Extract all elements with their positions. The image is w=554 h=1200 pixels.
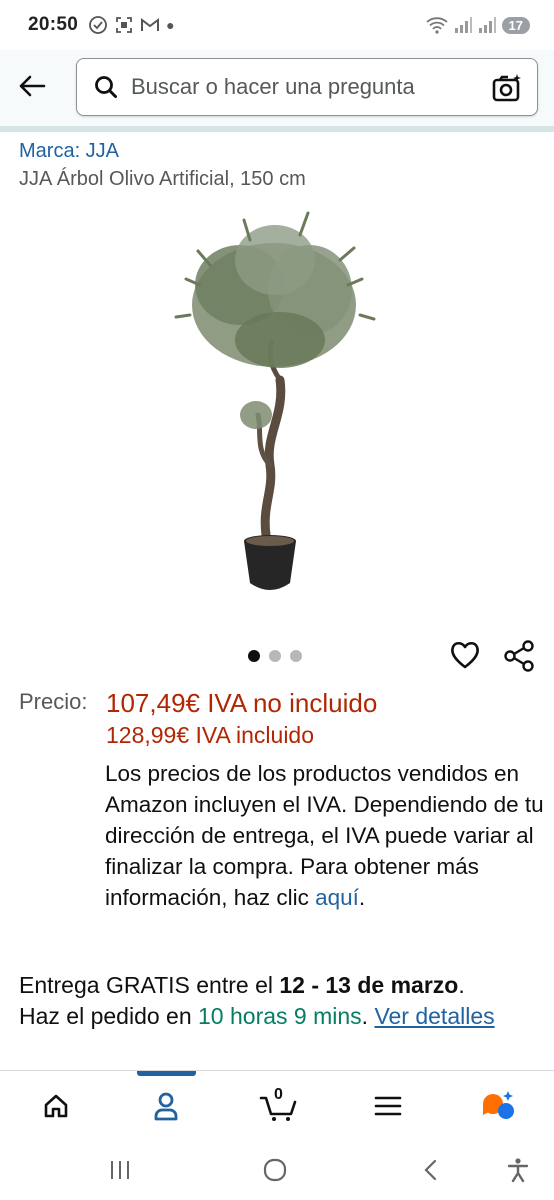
- price-excl-vat: 107,49€ IVA no incluido: [106, 688, 378, 718]
- share-icon: [504, 640, 534, 672]
- carousel-dot-1[interactable]: [248, 650, 260, 662]
- image-carousel-dots[interactable]: [248, 650, 302, 662]
- vat-note: Los precios de los productos vendidos en…: [105, 758, 545, 913]
- camera-search-icon[interactable]: [491, 72, 523, 104]
- home-system-button[interactable]: [259, 1156, 291, 1184]
- price-incl-vat: 128,99€ IVA incluido: [106, 722, 315, 748]
- price-label: Precio:: [19, 689, 88, 714]
- nav-home[interactable]: [36, 1086, 76, 1126]
- check-circle-icon: [89, 16, 108, 34]
- order-suffix: .: [361, 1003, 375, 1029]
- share-button[interactable]: [502, 638, 538, 674]
- rufus-icon: [483, 1091, 514, 1119]
- order-countdown: 10 horas 9 mins: [198, 1003, 362, 1029]
- order-prefix: Haz el pedido en: [19, 1003, 199, 1029]
- delivery-details-link[interactable]: Ver detalles: [374, 1003, 494, 1029]
- notification-icons: ●: [88, 15, 175, 35]
- delivery-dates: 12 - 13 de marzo: [279, 972, 459, 998]
- carousel-dot-3[interactable]: [290, 650, 302, 662]
- account-icon: [154, 1092, 178, 1121]
- chevron-left-icon: [424, 1159, 437, 1181]
- carousel-dot-2[interactable]: [269, 650, 281, 662]
- recent-apps-button[interactable]: [104, 1156, 136, 1184]
- status-time: 20:50: [28, 14, 79, 35]
- delivery-suffix: .: [458, 972, 465, 998]
- status-bar: 20:50 ● 17: [0, 0, 554, 50]
- vat-note-end: .: [358, 885, 366, 910]
- search-icon: [93, 74, 119, 100]
- product-image[interactable]: [170, 205, 384, 605]
- back-button[interactable]: [12, 66, 52, 106]
- signal-icon-2: [478, 17, 496, 33]
- more-dot-icon: ●: [166, 17, 175, 33]
- wishlist-button[interactable]: [448, 638, 484, 674]
- cart-count: 0: [274, 1086, 283, 1103]
- brand-link[interactable]: Marca: JJA: [19, 140, 119, 163]
- delivery-info: Entrega GRATIS entre el 12 - 13 de marzo…: [19, 970, 539, 1032]
- nav-cart[interactable]: 0: [256, 1086, 302, 1126]
- nav-account[interactable]: [146, 1086, 186, 1126]
- gmail-icon: [141, 18, 160, 31]
- system-icons: 17: [425, 16, 530, 34]
- home-icon: [44, 1094, 68, 1118]
- header-divider: [0, 126, 554, 132]
- accessibility-button[interactable]: [502, 1156, 534, 1184]
- back-system-button[interactable]: [415, 1156, 447, 1184]
- battery-badge: 17: [501, 16, 530, 34]
- wifi-icon: [425, 17, 448, 34]
- search-input[interactable]: Buscar o hacer una pregunta: [76, 58, 538, 116]
- bottom-nav: 0: [0, 1076, 554, 1136]
- nav-rufus[interactable]: [478, 1086, 518, 1126]
- nav-menu[interactable]: [368, 1086, 408, 1126]
- recent-apps-icon: [111, 1161, 129, 1179]
- delivery-prefix: Entrega GRATIS entre el: [19, 972, 280, 998]
- arrow-left-icon: [19, 75, 46, 97]
- search-placeholder: Buscar o hacer una pregunta: [131, 74, 415, 99]
- heart-icon: [451, 641, 479, 669]
- accessibility-icon: [507, 1158, 529, 1183]
- bottom-nav-divider: [0, 1070, 554, 1071]
- home-circle-icon: [263, 1158, 287, 1182]
- top-header: Buscar o hacer una pregunta: [0, 50, 554, 126]
- system-navigation-bar: [0, 1140, 554, 1200]
- product-title: JJA Árbol Olivo Artificial, 150 cm: [19, 168, 306, 190]
- menu-icon: [374, 1096, 402, 1116]
- screenshot-icon: [116, 17, 133, 33]
- signal-icon: [454, 17, 472, 33]
- vat-info-link[interactable]: aquí: [315, 885, 359, 910]
